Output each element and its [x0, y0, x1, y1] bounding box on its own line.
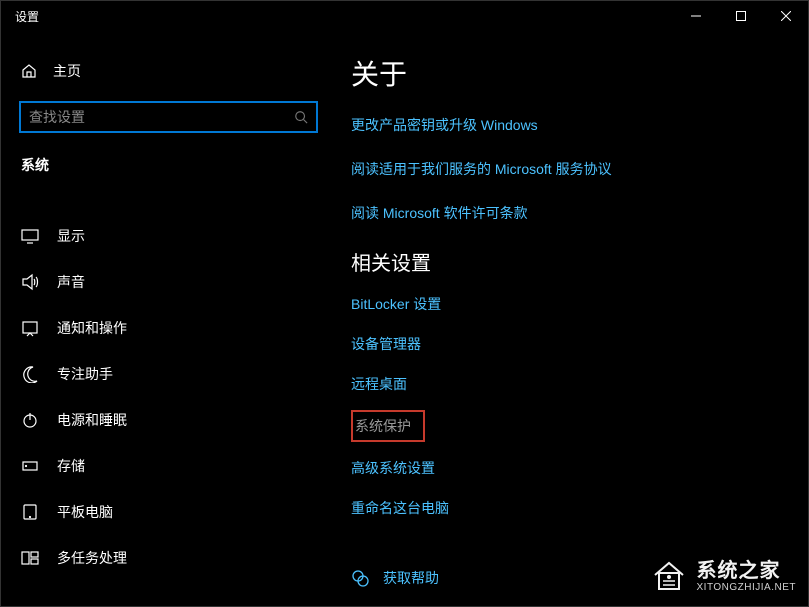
sidebar-item-label: 存储 — [57, 456, 85, 476]
sidebar-item-label: 多任务处理 — [57, 548, 127, 568]
window-controls — [673, 1, 808, 31]
sidebar-item-label: 专注助手 — [57, 364, 113, 384]
sidebar-item-label: 平板电脑 — [57, 502, 113, 522]
home-label: 主页 — [53, 61, 81, 81]
search-icon — [294, 110, 308, 124]
display-icon — [21, 227, 39, 245]
sound-icon — [21, 273, 39, 291]
minimize-button[interactable] — [673, 1, 718, 31]
sidebar-item-storage[interactable]: 存储 — [1, 443, 336, 489]
help-icon — [351, 569, 369, 587]
nav-list: 显示 声音 通知和操作 专注助手 电源和睡眠 — [1, 213, 336, 581]
sidebar: 主页 系统 显示 声音 — [1, 31, 336, 606]
support-get-help[interactable]: 获取帮助 — [351, 568, 788, 588]
search-input[interactable] — [29, 109, 294, 125]
close-icon — [781, 11, 791, 21]
maximize-button[interactable] — [718, 1, 763, 31]
section-label: 系统 — [1, 141, 336, 185]
home-nav[interactable]: 主页 — [1, 51, 336, 91]
related-rename-pc[interactable]: 重命名这台电脑 — [351, 498, 449, 518]
power-icon — [21, 411, 39, 429]
link-product-key[interactable]: 更改产品密钥或升级 Windows — [351, 115, 788, 135]
link-license-terms[interactable]: 阅读 Microsoft 软件许可条款 — [351, 203, 788, 223]
close-button[interactable] — [763, 1, 808, 31]
sidebar-item-sound[interactable]: 声音 — [1, 259, 336, 305]
related-bitlocker[interactable]: BitLocker 设置 — [351, 294, 441, 314]
sidebar-item-notifications[interactable]: 通知和操作 — [1, 305, 336, 351]
sidebar-item-focus[interactable]: 专注助手 — [1, 351, 336, 397]
sidebar-item-label: 显示 — [57, 226, 85, 246]
sidebar-item-tablet[interactable]: 平板电脑 — [1, 489, 336, 535]
home-icon — [21, 63, 37, 79]
window-title: 设置 — [15, 8, 39, 25]
related-advanced-system[interactable]: 高级系统设置 — [351, 458, 435, 478]
minimize-icon — [691, 11, 701, 21]
page-title: 关于 — [351, 53, 788, 93]
related-heading: 相关设置 — [351, 247, 788, 276]
sidebar-item-multitask[interactable]: 多任务处理 — [1, 535, 336, 581]
link-service-agreement[interactable]: 阅读适用于我们服务的 Microsoft 服务协议 — [351, 159, 788, 179]
storage-icon — [21, 457, 39, 475]
sidebar-item-label: 通知和操作 — [57, 318, 127, 338]
multitask-icon — [21, 549, 39, 567]
main-panel: 关于 更改产品密钥或升级 Windows 阅读适用于我们服务的 Microsof… — [336, 31, 808, 606]
sidebar-item-power[interactable]: 电源和睡眠 — [1, 397, 336, 443]
related-device-manager[interactable]: 设备管理器 — [351, 334, 421, 354]
notification-icon — [21, 319, 39, 337]
support-label: 获取帮助 — [383, 568, 439, 588]
related-system-protection[interactable]: 系统保护 — [355, 416, 411, 436]
moon-icon — [21, 365, 39, 383]
highlight-system-protection: 系统保护 — [351, 410, 425, 442]
search-box[interactable] — [19, 101, 318, 133]
sidebar-item-label: 声音 — [57, 272, 85, 292]
window-titlebar: 设置 — [1, 1, 808, 31]
tablet-icon — [21, 503, 39, 521]
sidebar-item-display[interactable]: 显示 — [1, 213, 336, 259]
sidebar-item-label: 电源和睡眠 — [57, 410, 127, 430]
maximize-icon — [736, 11, 746, 21]
related-remote-desktop[interactable]: 远程桌面 — [351, 374, 407, 394]
